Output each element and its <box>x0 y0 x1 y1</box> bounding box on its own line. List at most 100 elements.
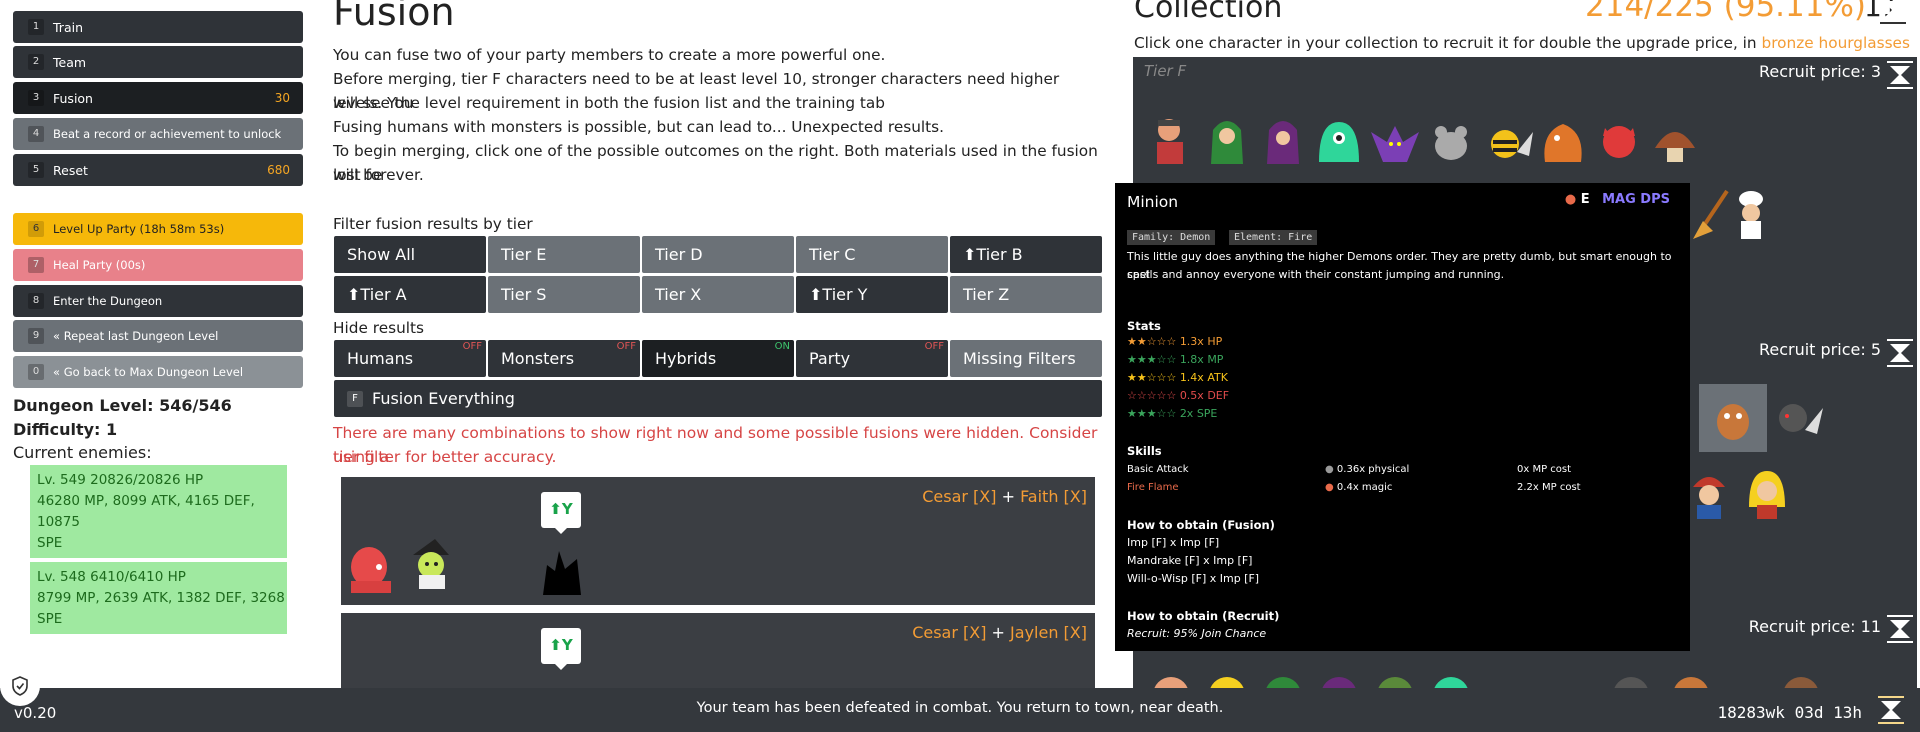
tier-filter-a[interactable]: ⬆ Tier A <box>334 276 486 313</box>
fusion-obtain-heading: How to obtain (Fusion) <box>1127 518 1275 532</box>
tier-filter-e[interactable]: Tier E <box>488 236 640 273</box>
blonde-hero-sprite-icon[interactable] <box>1739 467 1795 523</box>
heal-party-button[interactable]: 7 Heal Party (00s) <box>13 249 303 281</box>
fusion-pair: Cesar [X] + Jaylen [X] <box>912 623 1087 642</box>
recruit-price: Recruit price: 11 <box>1748 617 1881 636</box>
fusion-everything-button[interactable]: F Fusion Everything <box>334 380 1102 417</box>
toggle-label: Missing Filters <box>963 349 1076 368</box>
plus-sign: + <box>996 487 1021 506</box>
level-up-party-button[interactable]: 6 Level Up Party (18h 58m 53s) <box>13 213 303 245</box>
stat-label: 0.5x DEF <box>1179 389 1230 402</box>
fusion-result-row[interactable]: ⬆Y Cesar [X] + Faith [X] <box>341 477 1095 613</box>
fusion-result-row[interactable]: ⬆Y Cesar [X] + Jaylen [X] <box>341 613 1095 688</box>
star-rating: ☆☆☆☆☆ <box>1127 389 1177 402</box>
green-hood-sprite-icon[interactable] <box>1199 112 1255 168</box>
tier-filter-b[interactable]: ⬆ Tier B <box>950 236 1102 273</box>
rat-sprite-icon[interactable] <box>1423 112 1479 168</box>
hourglass-icon <box>1887 339 1913 367</box>
stat-label: 2x SPE <box>1179 407 1218 420</box>
collection-subtitle: Click one character in your collection t… <box>1134 34 1910 52</box>
hotkey-badge: F <box>347 390 363 407</box>
skill-name: Basic Attack <box>1127 464 1189 475</box>
hotkey-badge: 2 <box>28 54 44 70</box>
skill-effect: ● 0.36x physical <box>1325 461 1409 479</box>
enemy-line: Lv. 548 6410/6410 HP <box>37 569 186 585</box>
left-sidebar: 1 Train 2 Team 3 Fusion 30 4 Beat a record or… <box>0 0 320 688</box>
tier-filter-d[interactable]: Tier D <box>642 236 794 273</box>
purple-hood-sprite-icon[interactable] <box>1255 112 1311 168</box>
hide-party-toggle[interactable]: Party OFF <box>796 340 948 377</box>
hide-monsters-toggle[interactable]: Monsters OFF <box>488 340 640 377</box>
star-rating: ★★★☆☆ <box>1127 353 1177 366</box>
page-title: Fusion <box>333 0 455 34</box>
bat-demon-sprite-icon[interactable] <box>1367 112 1423 168</box>
bee-sprite-icon[interactable] <box>1479 112 1535 168</box>
chef-sprite-icon[interactable] <box>1723 187 1779 243</box>
mushroom-sprite-icon[interactable] <box>1647 112 1703 168</box>
red-imp-sprite-icon[interactable] <box>1591 112 1647 168</box>
enter-dungeon-button[interactable]: 8 Enter the Dungeon <box>13 285 303 317</box>
tier-filter-all[interactable]: Show All <box>334 236 486 273</box>
action-label: « Repeat last Dungeon Level <box>53 329 219 343</box>
fusion-desc: Fusing humans with monsters is possible,… <box>333 118 945 136</box>
skill-effect: ● 0.4x magic <box>1325 479 1392 497</box>
nav-team-button[interactable]: 2 Team <box>13 46 303 78</box>
enemy-line: 46280 MP, 8099 ATK, 4165 DEF, 10875 <box>37 493 255 530</box>
hide-hybrids-toggle[interactable]: Hybrids ON <box>642 340 794 377</box>
reset-count: 680 <box>267 163 290 177</box>
hourglass-icon <box>1880 0 1906 24</box>
tooltip-desc: spells and annoy everyone with their con… <box>1127 268 1505 281</box>
tier-filter-x[interactable]: Tier X <box>642 276 794 313</box>
up-arrow-icon: ⬆ <box>347 285 361 304</box>
slime-sprite-icon[interactable] <box>1311 112 1367 168</box>
toggle-label: Monsters <box>501 349 575 368</box>
silhouette-sprite-icon <box>543 551 581 595</box>
tier-filter-c[interactable]: Tier C <box>796 236 948 273</box>
minion-demon-sprite-icon[interactable] <box>1705 390 1761 446</box>
hide-humans-toggle[interactable]: Humans OFF <box>334 340 486 377</box>
stat-label: 1.3x HP <box>1179 335 1223 348</box>
tier-up-badge: ⬆Y <box>541 628 581 670</box>
max-dungeon-button[interactable]: 0 « Go back to Max Dungeon Level <box>13 356 303 388</box>
tier-label: Tier Z <box>963 285 1010 304</box>
tier-up-badge: ⬆Y <box>541 492 581 534</box>
wizard-sprite-icon <box>413 539 449 589</box>
nav-locked-button[interactable]: 4 Beat a record or achievement to unlock <box>13 118 303 150</box>
warning-text: tier filter for better accuracy. <box>333 448 557 466</box>
repeat-dungeon-button[interactable]: 9 « Repeat last Dungeon Level <box>13 320 303 352</box>
tier-filter-y[interactable]: ⬆ Tier Y <box>796 276 948 313</box>
hotkey-badge: 3 <box>28 90 44 106</box>
tier-filter-s[interactable]: Tier S <box>488 276 640 313</box>
human-fighter-sprite-icon[interactable] <box>1143 112 1199 168</box>
bronze-hourglass-link[interactable]: bronze hourglasses <box>1762 34 1910 52</box>
tier-label: Tier B <box>976 245 1023 264</box>
stat-row: ☆☆☆☆☆ 0.5x DEF <box>1127 387 1229 405</box>
shield-icon[interactable] <box>0 666 40 706</box>
rat-warrior-sprite-icon[interactable] <box>1769 390 1825 446</box>
stat-row: ★★★☆☆ 1.8x MP <box>1127 351 1223 369</box>
hotkey-badge: 7 <box>28 257 44 273</box>
enemy-line: SPE <box>37 611 63 627</box>
enemies-label: Current enemies: <box>13 443 152 462</box>
hide-label: Hide results <box>333 319 424 337</box>
fusion-desc: You can fuse two of your party members t… <box>333 46 886 64</box>
enemy-card: Lv. 548 6410/6410 HP 8799 MP, 2639 ATK, … <box>30 562 287 634</box>
missing-filters-toggle[interactable]: Missing Filters <box>950 340 1102 377</box>
fusion-pair: Cesar [X] + Faith [X] <box>922 487 1087 506</box>
tier-filter-z[interactable]: Tier Z <box>950 276 1102 313</box>
hotkey-badge: 8 <box>28 293 44 309</box>
collection-count: 214/225 (95.11%) <box>1585 0 1867 24</box>
nav-reset-button[interactable]: 5 Reset 680 <box>13 154 303 186</box>
dragon-sprite-icon[interactable] <box>1535 112 1591 168</box>
nav-train-button[interactable]: 1 Train <box>13 11 303 43</box>
action-label: Level Up Party (18h 58m 53s) <box>53 222 225 236</box>
nav-fusion-button[interactable]: 3 Fusion 30 <box>13 82 303 114</box>
action-label: Heal Party (00s) <box>53 258 146 272</box>
filter-label: Filter fusion results by tier <box>333 215 533 233</box>
plus-sign: + <box>986 623 1011 642</box>
octopus-sprite-icon <box>351 547 391 593</box>
fire-icon: ● <box>1564 192 1577 207</box>
up-arrow-icon: ⬆ <box>549 500 562 518</box>
material-a: Cesar [X] <box>912 623 987 642</box>
skill-row: Fire Flame ● 0.4x magic 2.2x MP cost <box>1127 479 1581 497</box>
